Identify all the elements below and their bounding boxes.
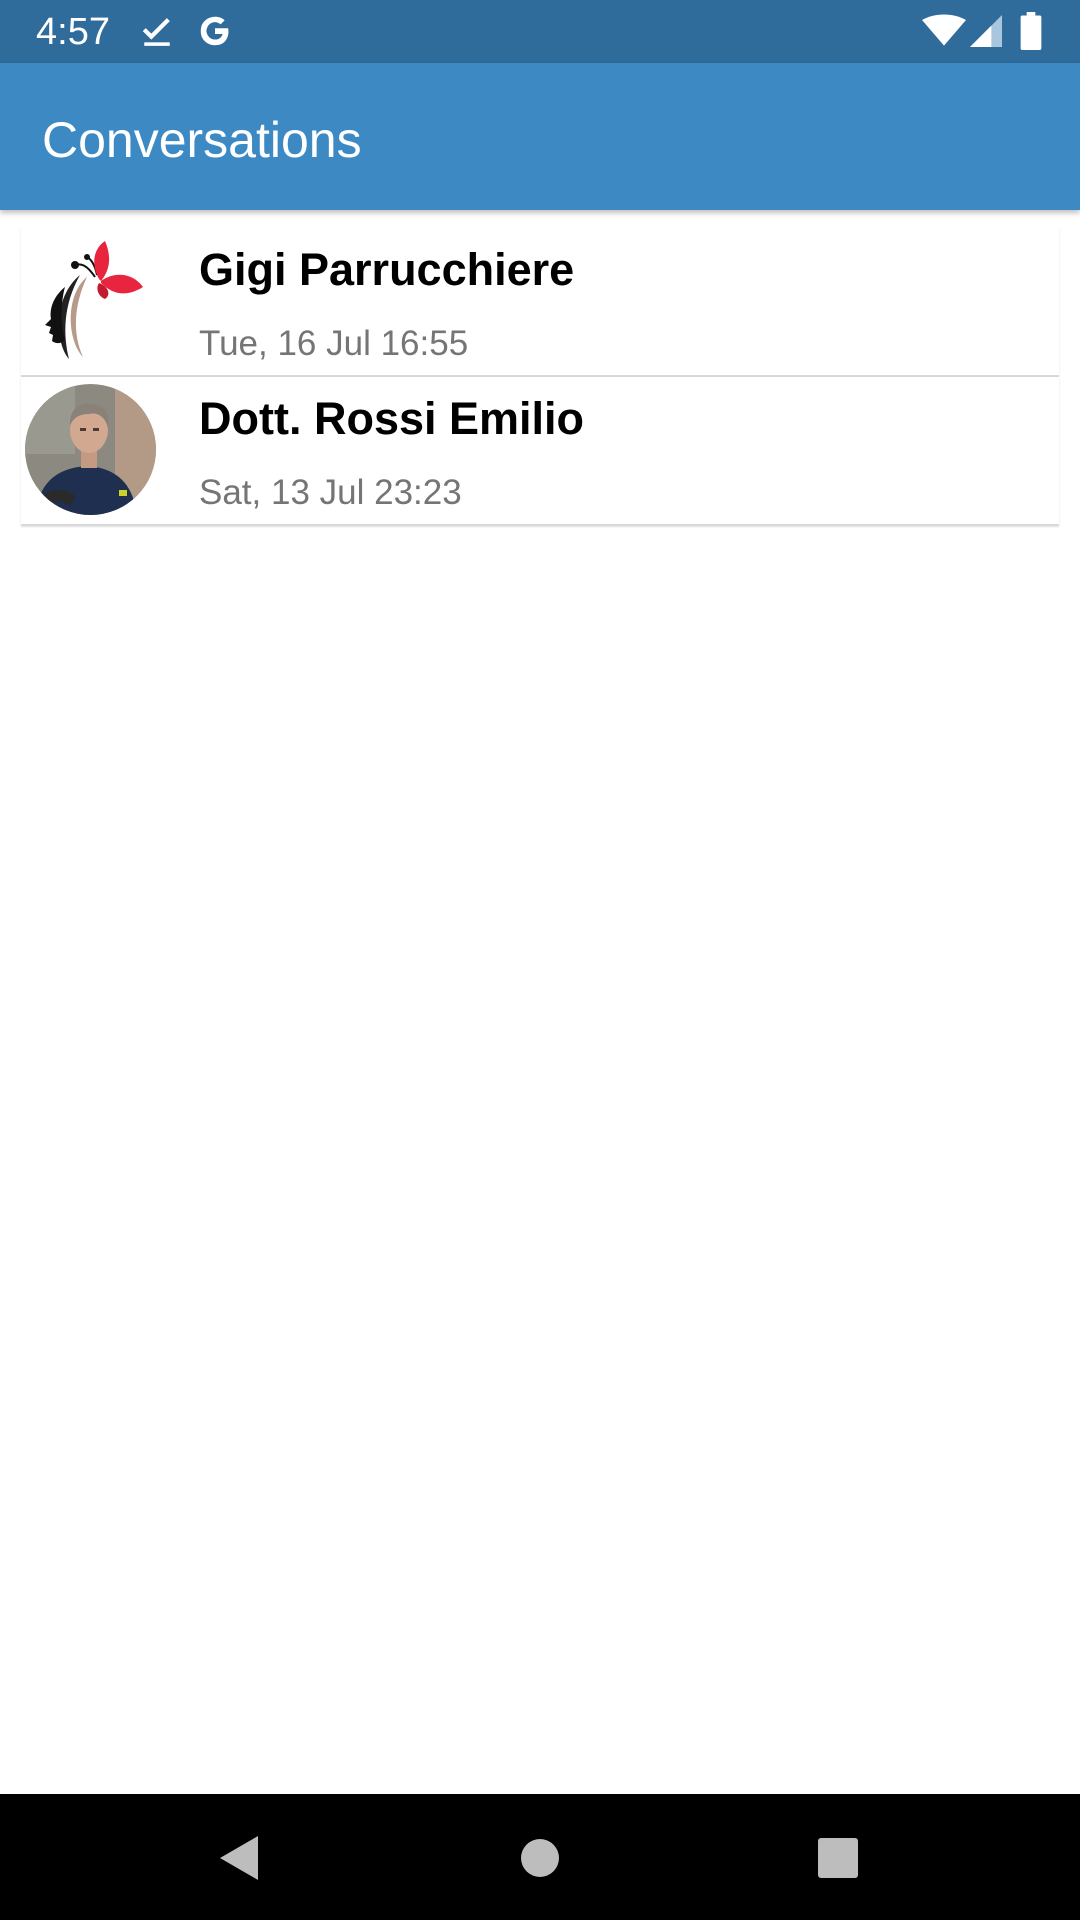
wifi-icon <box>922 14 966 46</box>
download-done-icon <box>142 18 170 46</box>
conversation-date: Sat, 13 Jul 23:23 <box>199 473 462 512</box>
status-bar: 4:57 <box>0 0 1080 63</box>
back-icon[interactable] <box>198 1818 278 1898</box>
conversation-item[interactable]: Dott. Rossi Emilio Sat, 13 Jul 23:23 <box>21 377 1059 526</box>
app-bar: Conversations <box>0 63 1080 210</box>
status-time: 4:57 <box>36 11 110 53</box>
conversation-name: Gigi Parrucchiere <box>199 244 575 295</box>
conversation-name: Dott. Rossi Emilio <box>199 393 585 444</box>
battery-icon <box>1020 12 1042 50</box>
google-icon <box>200 16 229 46</box>
butterfly-woman-logo-icon <box>25 235 156 366</box>
home-icon[interactable] <box>500 1818 580 1898</box>
person-photo-avatar <box>25 384 156 515</box>
navigation-bar <box>0 1794 1080 1920</box>
recents-icon[interactable] <box>798 1818 878 1898</box>
page-title: Conversations <box>42 112 362 168</box>
conversation-date: Tue, 16 Jul 16:55 <box>199 324 469 363</box>
conversation-item[interactable]: Gigi Parrucchiere Tue, 16 Jul 16:55 <box>21 228 1059 377</box>
signal-icon <box>970 15 1002 47</box>
conversation-list: Gigi Parrucchiere Tue, 16 Jul 16:55 Dott… <box>21 228 1059 526</box>
